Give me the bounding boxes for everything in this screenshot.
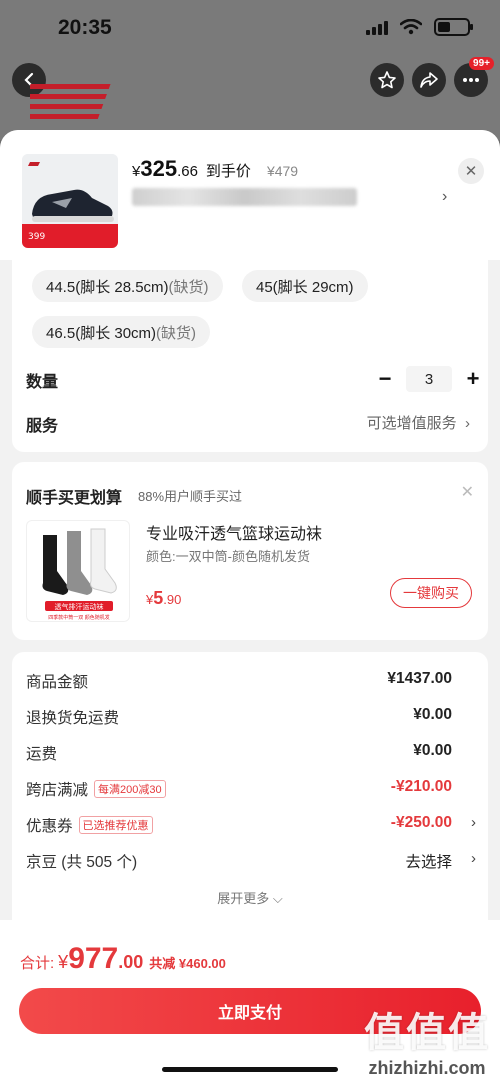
signal-icon: [366, 19, 388, 35]
brand-logo-icon: [30, 84, 111, 119]
upsell-item-name[interactable]: 专业吸汗透气篮球运动袜: [146, 520, 322, 544]
final-price-tag: 到手价: [205, 163, 251, 180]
price-decimal: .66: [177, 163, 198, 180]
sock-caption: 透气排汗运动袜: [55, 602, 104, 611]
price-row: ¥ 325 .66 到手价 ¥479: [132, 156, 298, 182]
status-icons: [366, 18, 473, 36]
star-icon: [378, 71, 396, 89]
more-button[interactable]: 99+: [454, 57, 494, 97]
summary-row-store-discount: 跨店满减 每满200减30 -¥210.00: [26, 778, 452, 799]
summary-row-shipping: 运费 ¥0.00: [26, 742, 452, 763]
chevron-right-icon[interactable]: ›: [442, 188, 447, 206]
favorite-button[interactable]: [370, 63, 404, 97]
summary-row-goods: 商品金额 ¥1437.00: [26, 670, 452, 691]
more-dots-icon: [463, 78, 479, 82]
product-thumbnail[interactable]: 399: [22, 154, 118, 248]
expand-more-button[interactable]: 展开更多 ⌵: [12, 888, 488, 907]
share-icon: [420, 72, 438, 88]
upsell-card: 顺手买更划算 88%用户顺手买过 ✕ 透气排汗运动袜 四季款中筒一双 颜色随机发…: [12, 462, 488, 640]
socks-image: 透气排汗运动袜 四季款中筒一双 颜色随机发: [42, 528, 117, 621]
price-currency: ¥: [132, 163, 141, 180]
upsell-close-icon[interactable]: ✕: [461, 482, 474, 502]
summary-card: 商品金额 ¥1437.00 退换货免运费 ¥0.00 运费 ¥0.00 跨店满减…: [12, 652, 488, 920]
service-label: 服务: [26, 418, 59, 435]
summary-row-return-shipping: 退换货免运费 ¥0.00: [26, 706, 452, 727]
battery-icon: [434, 18, 473, 36]
upsell-title: 顺手买更划算: [26, 490, 123, 507]
chevron-right-icon: ›: [471, 814, 476, 831]
quantity-stepper: − 3 +: [374, 366, 484, 392]
thumb-price-text: 399: [28, 232, 45, 242]
summary-row-jingdou[interactable]: 京豆 (共 505 个) 去选择 ›: [26, 850, 476, 874]
sock-thumbnail[interactable]: 透气排汗运动袜 四季款中筒一双 颜色随机发: [26, 520, 130, 622]
share-button[interactable]: [412, 63, 446, 97]
status-time: 20:35: [58, 16, 112, 39]
total-saved: 共减 ¥460.00: [149, 956, 226, 971]
upsell-item-price: ¥ 5 .90: [146, 588, 182, 608]
options-card: 44.5(脚长 28.5cm) (缺货) 45(脚长 29cm) 46.5(脚长 …: [12, 260, 488, 452]
summary-row-coupon[interactable]: 优惠券 已选推荐优惠 -¥250.00 ›: [26, 814, 476, 838]
checkout-sheet: 399 ¥ 325 .66 到手价 ¥479 › ✕ 44.5(脚长 28.5c…: [0, 130, 500, 1082]
size-option-46-5[interactable]: 46.5(脚长 30cm) (缺货): [32, 316, 211, 348]
decrease-button[interactable]: −: [374, 366, 396, 391]
size-option-45[interactable]: 45(脚长 29cm): [242, 270, 368, 302]
coupon-tag: 已选推荐优惠: [78, 816, 153, 834]
size-option-44-5[interactable]: 44.5(脚长 28.5cm) (缺货): [32, 270, 223, 302]
chevron-right-icon: ›: [465, 415, 470, 432]
upsell-item-spec: 颜色:一双中筒-颜色随机发货: [146, 549, 310, 564]
increase-button[interactable]: +: [462, 366, 484, 391]
chevron-right-icon: ›: [471, 850, 476, 867]
discount-tag: 每满200减30: [94, 780, 166, 798]
sneaker-image: 399: [22, 154, 118, 248]
sock-caption-sub: 四季款中筒一双 颜色随机发: [48, 614, 110, 621]
notification-badge: 99+: [469, 57, 494, 70]
price-integer: 325: [140, 156, 178, 181]
home-indicator: [162, 1067, 338, 1072]
quantity-value[interactable]: 3: [406, 366, 452, 392]
total-amount: 合计: ¥ 977 .00 共减 ¥460.00: [20, 942, 226, 975]
one-click-buy-button[interactable]: 一键购买: [390, 578, 472, 608]
close-button[interactable]: ✕: [458, 158, 484, 184]
product-header: 399 ¥ 325 .66 到手价 ¥479 › ✕: [0, 130, 500, 260]
original-price: ¥479: [266, 163, 299, 179]
quantity-label: 数量: [26, 374, 59, 391]
status-bar: 20:35: [0, 0, 500, 60]
watermark: 值值值 zhizhizhi.com: [364, 1011, 490, 1078]
service-selector[interactable]: 可选增值服务 ›: [367, 412, 470, 433]
blurred-address[interactable]: [132, 188, 357, 206]
checkout-footer: 合计: ¥ 977 .00 共减 ¥460.00 立即支付 值值值 zhizhi…: [0, 920, 500, 1082]
wifi-icon: [400, 19, 422, 35]
upsell-subtitle: 88%用户顺手买过: [138, 489, 243, 504]
